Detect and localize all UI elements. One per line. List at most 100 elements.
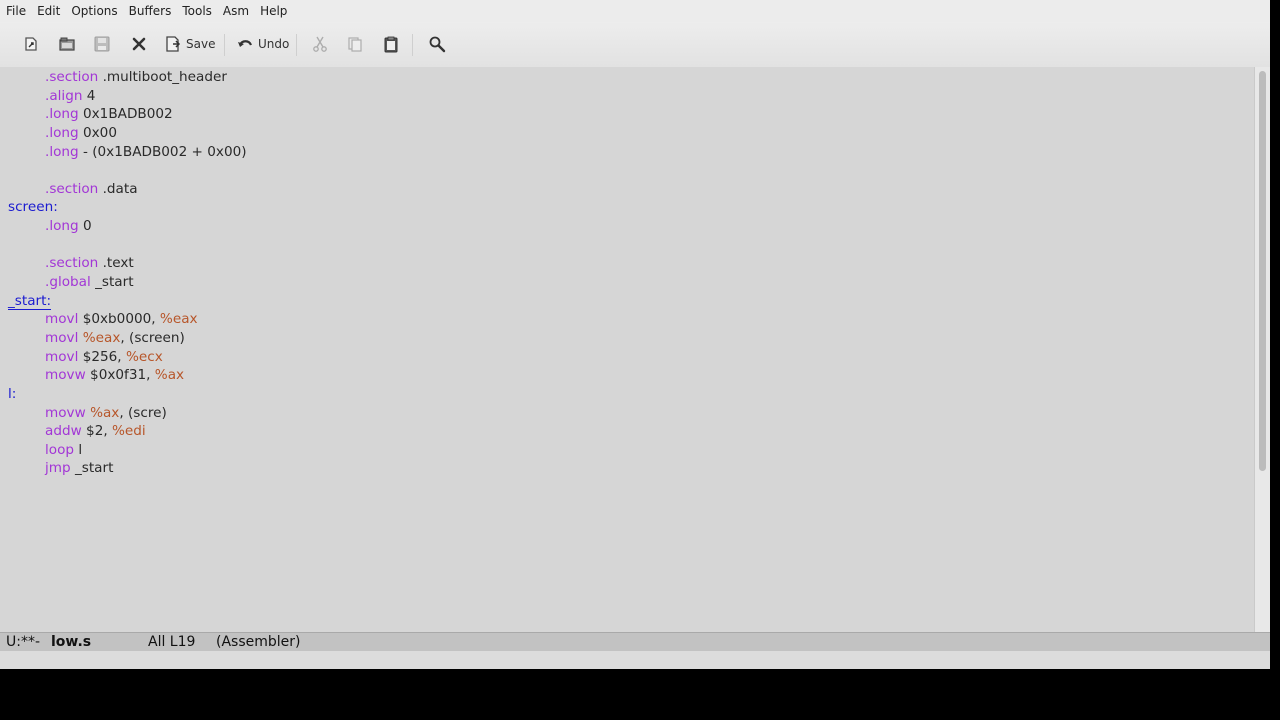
code-label: l: <box>8 385 17 402</box>
buffer-position: All L19 <box>148 634 196 650</box>
toolbar-separator <box>296 34 297 56</box>
menu-options[interactable]: Options <box>65 4 122 18</box>
menu-tools[interactable]: Tools <box>176 4 217 18</box>
code-register: %ax <box>154 367 185 384</box>
code-line[interactable]: .global _start <box>0 273 247 292</box>
cut-icon <box>311 35 329 53</box>
undo-button[interactable]: Undo <box>236 32 289 56</box>
code-editor[interactable]: .section .multiboot_header .align 4 .long … <box>0 67 1254 632</box>
save-label: Save <box>186 37 216 51</box>
code-keyword: .long <box>45 106 79 123</box>
code-line[interactable]: .section .text <box>0 254 247 273</box>
major-mode[interactable]: (Assembler) <box>216 633 301 651</box>
new-file-button[interactable] <box>22 32 40 56</box>
code-line[interactable]: screen: <box>0 198 247 217</box>
code-line[interactable]: jmp _start <box>0 459 247 478</box>
code-text: .data <box>98 180 138 197</box>
buffer-status: U:**- <box>6 634 41 650</box>
code-text: 0x00 <box>78 124 117 141</box>
code-text: .multiboot_header <box>98 69 227 85</box>
minibuffer[interactable] <box>0 651 1270 669</box>
copy-icon <box>346 35 364 53</box>
code-text: $0xb0000, <box>78 311 160 328</box>
code-line[interactable]: l: <box>0 385 247 404</box>
code-keyword: movw <box>45 404 86 421</box>
close-buffer-icon <box>130 35 148 53</box>
code-text: , (screen) <box>120 329 185 346</box>
code-text: _start <box>90 274 134 291</box>
code-keyword: .section <box>45 180 99 197</box>
tool-bar: Save Undo <box>0 22 1270 68</box>
code-keyword: .section <box>45 255 99 272</box>
menu-edit[interactable]: Edit <box>31 4 65 18</box>
code-keyword: .align <box>45 87 83 104</box>
code-keyword: .long <box>45 218 79 235</box>
code-keyword: jmp <box>45 460 71 477</box>
code-text: $256, <box>78 348 126 365</box>
toolbar-separator <box>412 34 413 56</box>
code-keyword: movl <box>45 329 79 346</box>
save-icon <box>164 35 182 53</box>
search-icon <box>428 35 446 53</box>
code-keyword: .long <box>45 124 79 141</box>
menu-bar: File Edit Options Buffers Tools Asm Help <box>0 0 1270 22</box>
copy-button[interactable] <box>346 32 364 56</box>
code-line[interactable]: .long 0 <box>0 217 247 236</box>
code-line[interactable]: .align 4 <box>0 87 247 106</box>
code-line[interactable] <box>0 236 247 255</box>
undo-icon <box>236 35 254 53</box>
code-line[interactable]: movl $0xb0000, %eax <box>0 310 247 329</box>
code-line[interactable]: loop l <box>0 441 247 460</box>
code-lines: .section .multiboot_header .align 4 .long … <box>0 68 247 478</box>
undo-label: Undo <box>258 37 290 51</box>
code-label: screen: <box>8 199 58 216</box>
code-keyword: movl <box>45 311 79 328</box>
code-line[interactable]: addw $2, %edi <box>0 422 247 441</box>
cut-button[interactable] <box>311 32 329 56</box>
code-line[interactable]: .long 0x00 <box>0 124 247 143</box>
menu-buffers[interactable]: Buffers <box>123 4 177 18</box>
code-text: - (0x1BADB002 + 0x00) <box>78 143 247 160</box>
mode-line: U:**- low.s All L19 (Assembler) <box>0 632 1270 652</box>
open-folder-button[interactable] <box>58 32 76 56</box>
code-register: %eax <box>82 329 121 346</box>
code-label: _start: <box>8 292 52 310</box>
code-line[interactable]: .long 0x1BADB002 <box>0 105 247 124</box>
paste-icon <box>382 35 400 53</box>
code-text: _start <box>70 460 114 477</box>
menu-asm[interactable]: Asm <box>217 4 254 18</box>
save-button[interactable]: Save <box>164 32 215 56</box>
new-file-icon <box>22 35 40 53</box>
code-line[interactable]: movw %ax, (scre) <box>0 404 247 423</box>
code-register: %ax <box>90 404 120 421</box>
code-keyword: loop <box>45 441 75 458</box>
save-disk-button[interactable] <box>93 32 111 56</box>
code-line[interactable]: .section .data <box>0 180 247 199</box>
code-text: .text <box>98 255 134 272</box>
menu-file[interactable]: File <box>0 4 31 18</box>
code-text: 0 <box>78 218 92 235</box>
close-buffer-button[interactable] <box>130 32 148 56</box>
scrollbar-thumb[interactable] <box>1259 71 1266 471</box>
vertical-scrollbar[interactable] <box>1254 67 1270 632</box>
toolbar-separator <box>224 34 225 56</box>
code-line[interactable]: movl %eax, (screen) <box>0 329 247 348</box>
save-disk-icon <box>93 35 111 53</box>
code-keyword: movw <box>45 367 86 384</box>
code-line[interactable]: movl $256, %ecx <box>0 348 247 367</box>
menu-help[interactable]: Help <box>254 4 292 18</box>
code-line[interactable]: .long - (0x1BADB002 + 0x00) <box>0 143 247 162</box>
code-keyword: .section <box>45 69 99 85</box>
code-text: l <box>74 441 83 458</box>
code-line[interactable] <box>0 161 247 180</box>
code-keyword: .long <box>45 143 79 160</box>
code-line[interactable]: .section .multiboot_header <box>0 68 247 87</box>
code-text: 0x1BADB002 <box>78 106 173 123</box>
search-button[interactable] <box>428 32 446 56</box>
paste-button[interactable] <box>382 32 400 56</box>
code-register: %eax <box>159 311 198 328</box>
buffer-name[interactable]: low.s <box>51 633 91 651</box>
code-line[interactable]: movw $0x0f31, %ax <box>0 366 247 385</box>
code-line[interactable]: _start: <box>0 292 247 311</box>
code-register: %ecx <box>125 348 163 365</box>
